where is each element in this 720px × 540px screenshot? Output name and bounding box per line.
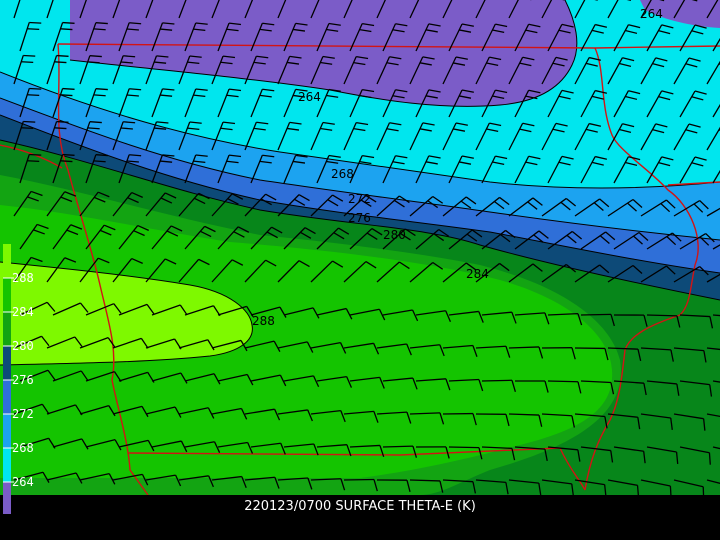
wind-barb-flag — [93, 160, 106, 163]
wind-barb-flag — [93, 28, 106, 31]
colorbar-label: 284 — [12, 305, 34, 319]
colorbar-label: 276 — [12, 373, 34, 387]
colorbar-swatch-navy — [3, 346, 11, 380]
colorbar-label: 280 — [12, 339, 34, 353]
wind-barb — [448, 446, 480, 449]
colorbar-label: 268 — [12, 441, 34, 455]
wind-barb — [382, 445, 414, 448]
contour-label: 268 — [331, 167, 354, 181]
wind-barb-flag — [87, 61, 100, 64]
contour-label: 264 — [640, 7, 663, 21]
theta-e-map: 264 264 268 272 276 280 284 288 — [0, 0, 720, 495]
wind-barb-flag — [87, 127, 100, 130]
contour-label: 264 — [298, 90, 321, 104]
contour-label: 276 — [348, 211, 371, 225]
wind-barb-flag — [708, 452, 711, 465]
wind-barb — [343, 478, 375, 481]
wind-barb-flag — [95, 154, 108, 157]
colorbar-swatch-green-bright — [3, 278, 11, 312]
wind-barb — [547, 380, 579, 383]
colorbar-swatch-lime — [3, 244, 11, 278]
map-caption: 220123/0700 SURFACE THETA-E (K) — [244, 499, 476, 514]
colorbar-label: 272 — [12, 407, 34, 421]
contour-label: 284 — [466, 267, 489, 281]
wind-barb-flag — [60, 160, 73, 163]
contour-label: 288 — [252, 314, 275, 328]
contour-label: 272 — [348, 192, 371, 206]
wind-barb-flag — [89, 121, 102, 124]
wind-barb-flag — [60, 28, 73, 31]
wind-barb-flag — [62, 87, 75, 90]
colorbar-label: 288 — [12, 271, 34, 285]
wind-barb — [580, 313, 612, 316]
wind-barb — [481, 379, 513, 382]
colorbar-swatch-blue-light — [3, 414, 11, 448]
wind-barb-flag — [60, 94, 73, 97]
contour-label: 280 — [383, 228, 406, 242]
wind-barb-flag — [62, 153, 75, 156]
colorbar-legend: 288 284 280 276 272 268 264 — [3, 244, 34, 514]
wind-barb — [646, 314, 678, 317]
wind-barb-flag — [95, 88, 108, 91]
wind-barb-flag — [95, 22, 108, 25]
wind-barb-flag — [669, 485, 672, 495]
wind-barb-flag — [89, 55, 102, 58]
colorbar-swatch-cyan — [3, 448, 11, 482]
wind-barb-flag — [93, 94, 106, 97]
colorbar-swatch-blue-mid — [3, 380, 11, 414]
wind-barb-flag — [62, 21, 75, 24]
colorbar-label: 264 — [12, 475, 34, 489]
colorbar-swatch-green-mid — [3, 312, 11, 346]
